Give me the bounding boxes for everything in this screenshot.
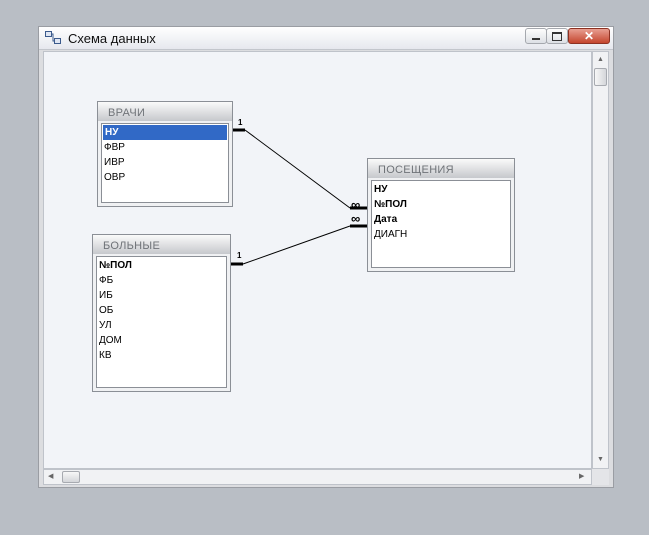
maximize-button[interactable] bbox=[546, 28, 568, 44]
table-bolnye[interactable]: БОЛЬНЫЕ №ПОЛ ФБ ИБ ОБ УЛ ДОМ КВ bbox=[92, 234, 231, 392]
field-list[interactable]: НУ №ПОЛ Дата ДИАГН bbox=[371, 180, 511, 268]
field-item[interactable]: ФВР bbox=[102, 140, 228, 155]
field-item[interactable]: ОВР bbox=[102, 170, 228, 185]
window-title: Схема данных bbox=[68, 31, 156, 46]
title-bar[interactable]: Схема данных ✕ bbox=[39, 27, 613, 50]
field-item[interactable]: ИБ bbox=[97, 288, 226, 303]
vertical-scrollbar[interactable]: ▲ ▼ bbox=[592, 51, 609, 469]
close-button[interactable]: ✕ bbox=[568, 28, 610, 44]
field-item[interactable]: ФБ bbox=[97, 273, 226, 288]
minimize-icon bbox=[532, 38, 540, 40]
data-schema-window: Схема данных ✕ 1 ∞ 1 ∞ ВРАЧИ НУ ФВР ИВР … bbox=[38, 26, 614, 488]
table-header[interactable]: БОЛЬНЫЕ bbox=[93, 235, 230, 254]
many-side-label: ∞ bbox=[351, 211, 361, 226]
one-side-label: 1 bbox=[237, 251, 242, 260]
field-item[interactable]: ОБ bbox=[97, 303, 226, 318]
relationships-icon bbox=[45, 31, 61, 44]
field-item[interactable]: НУ bbox=[103, 125, 227, 140]
close-icon: ✕ bbox=[583, 29, 595, 43]
scroll-down-icon[interactable]: ▼ bbox=[597, 456, 604, 463]
scroll-left-icon[interactable]: ◀ bbox=[48, 473, 53, 480]
field-list[interactable]: НУ ФВР ИВР ОВР bbox=[101, 123, 229, 203]
horizontal-scrollbar[interactable]: ◀ ▶ bbox=[43, 469, 592, 485]
scroll-up-icon[interactable]: ▲ bbox=[597, 56, 604, 63]
table-vrachi[interactable]: ВРАЧИ НУ ФВР ИВР ОВР bbox=[97, 101, 233, 207]
field-item[interactable]: КВ bbox=[97, 348, 226, 363]
table-poseshcheniya[interactable]: ПОСЕЩЕНИЯ НУ №ПОЛ Дата ДИАГН bbox=[367, 158, 515, 272]
relation-vrachi-poseshcheniya[interactable] bbox=[233, 128, 367, 210]
scroll-right-icon[interactable]: ▶ bbox=[579, 473, 584, 480]
minimize-button[interactable] bbox=[525, 28, 547, 44]
horizontal-scroll-thumb[interactable] bbox=[62, 471, 80, 483]
field-list[interactable]: №ПОЛ ФБ ИБ ОБ УЛ ДОМ КВ bbox=[96, 256, 227, 388]
field-item[interactable]: Дата bbox=[372, 212, 510, 227]
vertical-scroll-thumb[interactable] bbox=[594, 68, 607, 86]
schema-canvas[interactable]: 1 ∞ 1 ∞ ВРАЧИ НУ ФВР ИВР ОВР БОЛЬНЫЕ №ПО… bbox=[43, 51, 592, 469]
field-item[interactable]: №ПОЛ bbox=[97, 258, 226, 273]
field-item[interactable]: УЛ bbox=[97, 318, 226, 333]
scrollbar-corner bbox=[592, 469, 609, 485]
one-side-label: 1 bbox=[238, 118, 243, 127]
field-item[interactable]: ДИАГН bbox=[372, 227, 510, 242]
field-item[interactable]: ИВР bbox=[102, 155, 228, 170]
field-item[interactable]: НУ bbox=[372, 182, 510, 197]
maximize-icon bbox=[552, 31, 562, 41]
field-item[interactable]: №ПОЛ bbox=[372, 197, 510, 212]
relation-bolnye-poseshcheniya[interactable] bbox=[230, 224, 367, 266]
table-header[interactable]: ВРАЧИ bbox=[98, 102, 232, 121]
field-item[interactable]: ДОМ bbox=[97, 333, 226, 348]
many-side-label: ∞ bbox=[351, 197, 361, 212]
table-header[interactable]: ПОСЕЩЕНИЯ bbox=[368, 159, 514, 178]
